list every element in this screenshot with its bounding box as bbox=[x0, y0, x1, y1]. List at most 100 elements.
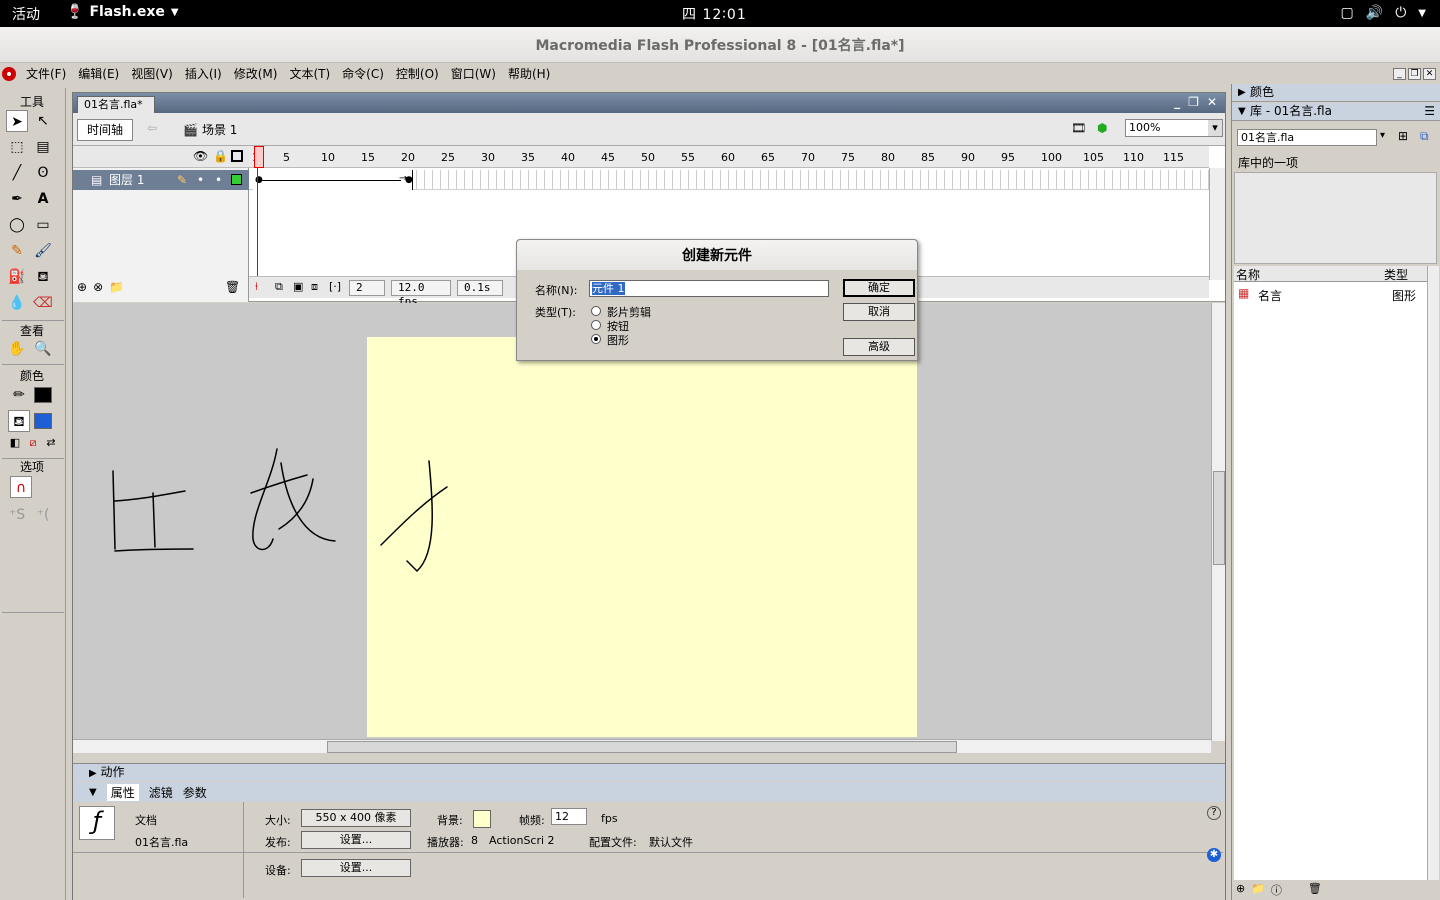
type-button-radio[interactable] bbox=[591, 320, 601, 330]
document-tab[interactable]: 01名言.fla* bbox=[77, 96, 155, 113]
subselection-tool-icon[interactable]: ↖ bbox=[32, 110, 54, 132]
clock[interactable]: 四 12∶01 bbox=[682, 4, 747, 24]
pin-library-icon[interactable]: ⊞ bbox=[1398, 129, 1408, 143]
library-panel-header[interactable]: ▼ 库 - 01名言.fla ☰ bbox=[1232, 103, 1440, 121]
paint-bucket-tool-icon[interactable]: ⛾ bbox=[32, 266, 54, 288]
pen-tool-icon[interactable]: ✒ bbox=[6, 188, 28, 210]
stage-area[interactable] bbox=[73, 303, 1211, 743]
line-tool-icon[interactable]: ╱ bbox=[6, 162, 28, 184]
onion-skin-icon[interactable]: ⧉ bbox=[275, 280, 283, 294]
tab-properties[interactable]: 属性 bbox=[106, 783, 139, 801]
cancel-button[interactable]: 取消 bbox=[843, 303, 915, 321]
pencil-tool-icon[interactable]: ✎ bbox=[6, 240, 28, 262]
trash-icon[interactable]: 🗑 bbox=[1308, 882, 1322, 896]
selection-tool-icon[interactable]: ➤ bbox=[6, 110, 28, 132]
library-vscroll[interactable] bbox=[1427, 266, 1439, 880]
zoom-tool-icon[interactable]: 🔍 bbox=[32, 338, 54, 360]
lock-dot-icon[interactable]: • bbox=[215, 170, 222, 190]
edit-symbols-icon[interactable]: ⬢ bbox=[1097, 121, 1107, 135]
minimize-icon[interactable]: _ bbox=[1174, 95, 1180, 109]
restore-icon[interactable]: ❐ bbox=[1188, 95, 1199, 109]
close-icon[interactable]: ✕ bbox=[1423, 67, 1436, 80]
properties-icon[interactable]: ⓘ bbox=[1271, 882, 1282, 897]
library-document-select[interactable]: 01名言.fla bbox=[1237, 129, 1377, 146]
straighten-icon[interactable]: ⁺( bbox=[32, 504, 54, 526]
menu-commands[interactable]: 命令(C) bbox=[336, 65, 390, 82]
snap-magnet-icon[interactable]: ∩ bbox=[10, 476, 32, 498]
menu-modify[interactable]: 修改(M) bbox=[228, 65, 284, 82]
publish-settings-button[interactable]: 设置... bbox=[301, 831, 411, 849]
hand-tool-icon[interactable]: ✋ bbox=[6, 338, 28, 360]
timeline-vscroll[interactable] bbox=[1209, 168, 1225, 280]
menu-window[interactable]: 窗口(W) bbox=[445, 65, 502, 82]
app-menu[interactable]: 🍷 Flash.exe ▼ bbox=[66, 4, 179, 20]
eraser-tool-icon[interactable]: ⌫ bbox=[32, 292, 54, 314]
new-folder-icon[interactable]: 📁 bbox=[1251, 882, 1265, 896]
help-icon[interactable]: ? bbox=[1207, 806, 1221, 820]
new-library-panel-icon[interactable]: ⧉ bbox=[1420, 129, 1429, 144]
outline-color-icon[interactable] bbox=[231, 174, 242, 185]
accessibility-icon[interactable]: ✱ bbox=[1207, 848, 1221, 862]
eyedropper-tool-icon[interactable]: 💧 bbox=[6, 292, 28, 314]
system-tray[interactable]: ▢ 🔊 ⏻ ▼ bbox=[1341, 5, 1426, 21]
free-transform-tool-icon[interactable]: ⬚ bbox=[6, 136, 28, 158]
center-frame-icon[interactable]: ⍿ bbox=[255, 280, 258, 294]
activities-button[interactable]: 活动 bbox=[12, 4, 40, 24]
text-tool-icon[interactable]: A bbox=[32, 188, 54, 210]
device-settings-button[interactable]: 设置... bbox=[301, 859, 411, 877]
visible-dot-icon[interactable]: • bbox=[197, 170, 204, 190]
color-panel-header[interactable]: ▶ 颜色 bbox=[1232, 84, 1440, 102]
edit-scene-icon[interactable]: 🎞 bbox=[1071, 121, 1086, 135]
menu-control[interactable]: 控制(O) bbox=[390, 65, 445, 82]
trash-icon[interactable]: 🗑 bbox=[225, 280, 240, 294]
actions-panel-header[interactable]: ▶ 动作 bbox=[73, 763, 1225, 781]
eye-icon[interactable]: 👁 bbox=[193, 149, 208, 163]
frame-span[interactable]: ● → ● bbox=[253, 170, 413, 190]
fill-color-swatch[interactable] bbox=[34, 413, 52, 429]
stroke-color-icon[interactable]: ✏ bbox=[8, 384, 30, 406]
ok-button[interactable]: 确定 bbox=[843, 279, 915, 297]
advanced-button[interactable]: 高级 bbox=[843, 338, 915, 356]
rectangle-tool-icon[interactable]: ▭ bbox=[32, 214, 54, 236]
size-button[interactable]: 550 x 400 像素 bbox=[301, 809, 411, 827]
fill-color-icon[interactable]: ⛾ bbox=[8, 410, 30, 432]
stroke-color-swatch[interactable] bbox=[34, 387, 52, 403]
zoom-select[interactable]: 100% bbox=[1125, 119, 1223, 137]
new-symbol-icon[interactable]: ⊕ bbox=[1236, 882, 1245, 896]
menu-view[interactable]: 视图(V) bbox=[125, 65, 179, 82]
menu-edit[interactable]: 编辑(E) bbox=[72, 65, 125, 82]
type-graphic-radio[interactable] bbox=[591, 334, 601, 344]
stage-vscroll[interactable] bbox=[1211, 303, 1225, 741]
menu-insert[interactable]: 插入(I) bbox=[179, 65, 228, 82]
type-movie-clip-radio[interactable] bbox=[591, 306, 601, 316]
lock-icon[interactable]: 🔒 bbox=[213, 149, 228, 163]
frame-ruler[interactable]: 1 5 10 15 20 25 30 35 40 45 50 55 60 65 … bbox=[249, 146, 1209, 168]
column-type[interactable]: 类型 bbox=[1384, 266, 1408, 283]
symbol-name-input[interactable]: 元件 1 bbox=[589, 280, 829, 297]
restore-icon[interactable]: ❐ bbox=[1408, 67, 1421, 80]
tab-parameters[interactable]: 参数 bbox=[183, 784, 207, 801]
app-icon[interactable] bbox=[2, 66, 16, 81]
background-color-swatch[interactable] bbox=[473, 810, 491, 828]
playhead[interactable] bbox=[254, 146, 265, 276]
column-name[interactable]: 名称 bbox=[1236, 266, 1260, 283]
tab-filters[interactable]: 滤镜 bbox=[149, 784, 173, 801]
brush-tool-icon[interactable]: 🖌 bbox=[32, 240, 54, 262]
timeline-toggle-button[interactable]: 时间轴 bbox=[77, 119, 133, 141]
oval-tool-icon[interactable]: ◯ bbox=[6, 214, 28, 236]
vscroll-thumb[interactable] bbox=[1213, 471, 1225, 565]
minimize-icon[interactable]: _ bbox=[1393, 67, 1406, 80]
framerate-input[interactable]: 12 bbox=[551, 808, 587, 825]
stage-hscroll[interactable] bbox=[73, 739, 1211, 753]
collapse-arrow-icon[interactable]: ▼ bbox=[89, 787, 97, 798]
ink-bottle-tool-icon[interactable]: ⛽ bbox=[6, 266, 28, 288]
swap-colors-icon[interactable]: ⇄ bbox=[40, 432, 62, 454]
hscroll-thumb[interactable] bbox=[327, 741, 957, 753]
back-arrow-icon[interactable]: ⇦ bbox=[147, 121, 157, 135]
add-motion-guide-icon[interactable]: ⊗ bbox=[93, 280, 103, 294]
layer-row[interactable]: ▤ 图层 1 ✎ • • bbox=[73, 170, 249, 190]
fill-transform-tool-icon[interactable]: ▤ bbox=[32, 136, 54, 158]
add-layer-icon[interactable]: ⊕ bbox=[77, 280, 87, 294]
menu-help[interactable]: 帮助(H) bbox=[502, 65, 556, 82]
handwriting-strokes[interactable] bbox=[73, 303, 1211, 743]
